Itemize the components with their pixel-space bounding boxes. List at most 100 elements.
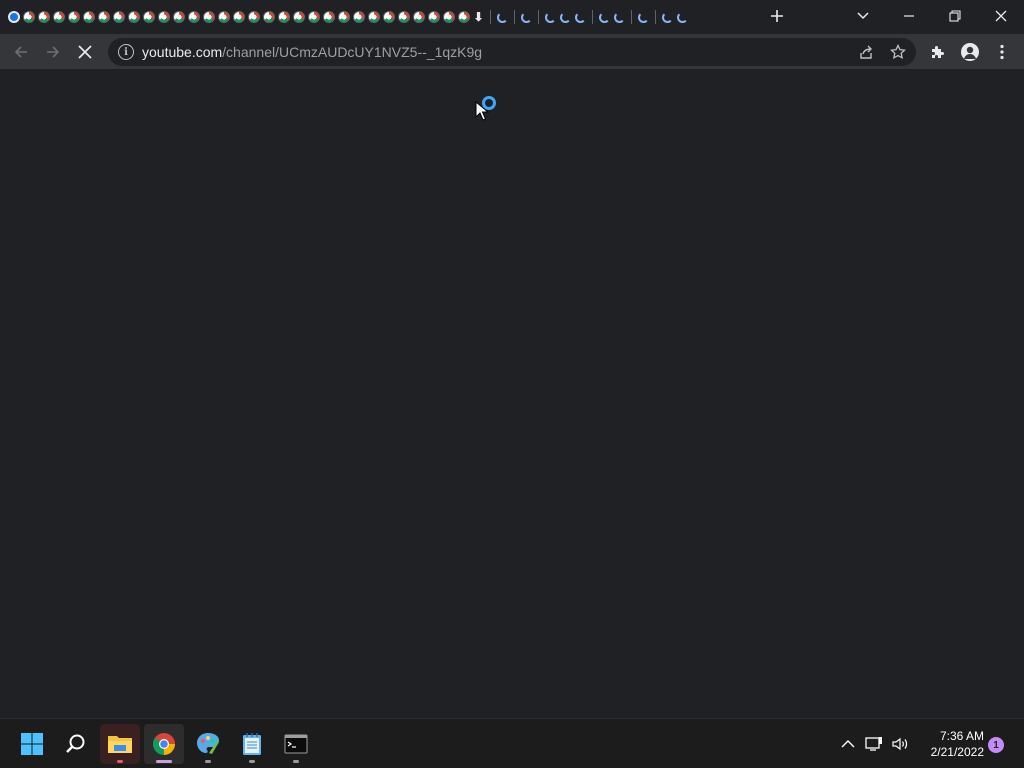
windows-icon <box>21 733 43 755</box>
mouse-cursor-icon <box>475 101 489 121</box>
tab[interactable] <box>261 6 276 28</box>
tray-overflow-button[interactable] <box>838 734 858 754</box>
tab[interactable] <box>675 6 690 28</box>
site-favicon-icon <box>307 11 320 23</box>
taskbar-file-explorer[interactable] <box>100 724 140 764</box>
profile-button[interactable] <box>956 38 984 66</box>
site-favicon-icon <box>442 11 455 23</box>
taskbar-chrome[interactable] <box>144 724 184 764</box>
back-button[interactable] <box>6 37 36 67</box>
tab[interactable]: ⬇ <box>471 6 486 28</box>
paint-icon <box>197 733 219 754</box>
running-indicator <box>205 760 211 763</box>
tab[interactable] <box>519 6 534 28</box>
tab[interactable] <box>495 6 510 28</box>
network-icon <box>865 737 882 751</box>
tab[interactable] <box>573 6 588 28</box>
tab[interactable] <box>366 6 381 28</box>
tab[interactable] <box>216 6 231 28</box>
site-favicon-icon <box>217 11 230 23</box>
chrome-icon <box>153 733 175 755</box>
taskbar-notepad[interactable] <box>232 724 272 764</box>
tab[interactable] <box>171 6 186 28</box>
page-content <box>0 71 1024 718</box>
running-indicator <box>293 760 299 763</box>
tab[interactable] <box>81 6 96 28</box>
tab[interactable] <box>96 6 111 28</box>
tab[interactable] <box>111 6 126 28</box>
site-favicon-icon <box>427 11 440 23</box>
terminal-icon <box>284 734 308 754</box>
tab[interactable] <box>186 6 201 28</box>
url-text[interactable]: youtube.com/channel/UCmzAUDcUY1NVZ5--_1q… <box>142 44 482 60</box>
tab[interactable] <box>660 6 675 28</box>
bookmark-button[interactable] <box>886 40 910 64</box>
tab[interactable] <box>66 6 81 28</box>
tab[interactable] <box>276 6 291 28</box>
tab[interactable] <box>543 6 558 28</box>
site-info-icon[interactable]: i <box>118 44 134 60</box>
extensions-button[interactable] <box>924 38 952 66</box>
system-clock[interactable]: 7:36 AM 2/21/2022 <box>914 728 984 760</box>
taskbar-search-button[interactable] <box>56 724 96 764</box>
tab[interactable] <box>141 6 156 28</box>
site-favicon-icon <box>397 11 410 23</box>
tab[interactable] <box>636 6 651 28</box>
close-window-button[interactable] <box>986 2 1016 30</box>
tab[interactable] <box>36 6 51 28</box>
tab[interactable] <box>381 6 396 28</box>
tab[interactable] <box>126 6 141 28</box>
network-button[interactable] <box>864 734 884 754</box>
running-indicator <box>117 760 123 763</box>
tab[interactable] <box>426 6 441 28</box>
tab[interactable] <box>6 6 21 28</box>
minimize-button[interactable] <box>894 2 924 30</box>
tab[interactable] <box>612 6 627 28</box>
tab[interactable] <box>456 6 471 28</box>
volume-button[interactable] <box>890 734 910 754</box>
notification-badge[interactable]: 1 <box>988 737 1004 753</box>
tab[interactable] <box>306 6 321 28</box>
chrome-menu-button[interactable] <box>988 38 1016 66</box>
taskbar-terminal[interactable] <box>276 724 316 764</box>
kebab-icon <box>1000 44 1004 60</box>
arrow-right-icon <box>47 46 60 58</box>
tab-divider <box>631 10 632 24</box>
tab[interactable] <box>51 6 66 28</box>
site-favicon-icon <box>337 11 350 23</box>
site-favicon-icon <box>367 11 380 23</box>
url-path: /channel/UCmzAUDcUY1NVZ5--_1qzK9g <box>222 44 483 60</box>
stop-loading-button[interactable] <box>70 37 100 67</box>
tab[interactable] <box>351 6 366 28</box>
start-button[interactable] <box>12 724 52 764</box>
tab-list: ⬇ <box>6 6 736 28</box>
tab-loading-icon <box>497 11 508 23</box>
tab-search-button[interactable] <box>848 2 878 30</box>
notepad-icon <box>243 733 261 755</box>
tab-divider <box>592 10 593 24</box>
site-favicon-icon <box>382 11 395 23</box>
tab[interactable] <box>201 6 216 28</box>
tab[interactable] <box>246 6 261 28</box>
site-favicon-icon <box>127 11 140 23</box>
tab[interactable] <box>321 6 336 28</box>
tab[interactable] <box>231 6 246 28</box>
new-tab-button[interactable] <box>762 2 792 30</box>
tab[interactable] <box>291 6 306 28</box>
tab[interactable] <box>156 6 171 28</box>
taskbar-paint[interactable] <box>188 724 228 764</box>
share-button[interactable] <box>854 40 878 64</box>
forward-button[interactable] <box>38 37 68 67</box>
address-bar[interactable]: i youtube.com/channel/UCmzAUDcUY1NVZ5--_… <box>108 38 916 66</box>
tab[interactable] <box>21 6 36 28</box>
restore-button[interactable] <box>940 2 970 30</box>
site-favicon-icon <box>352 11 365 23</box>
tab[interactable] <box>411 6 426 28</box>
tab[interactable] <box>558 6 573 28</box>
site-favicon-icon <box>232 11 245 23</box>
tab[interactable] <box>336 6 351 28</box>
share-icon <box>860 45 872 59</box>
tab[interactable] <box>396 6 411 28</box>
tab[interactable] <box>597 6 612 28</box>
tab[interactable] <box>441 6 456 28</box>
